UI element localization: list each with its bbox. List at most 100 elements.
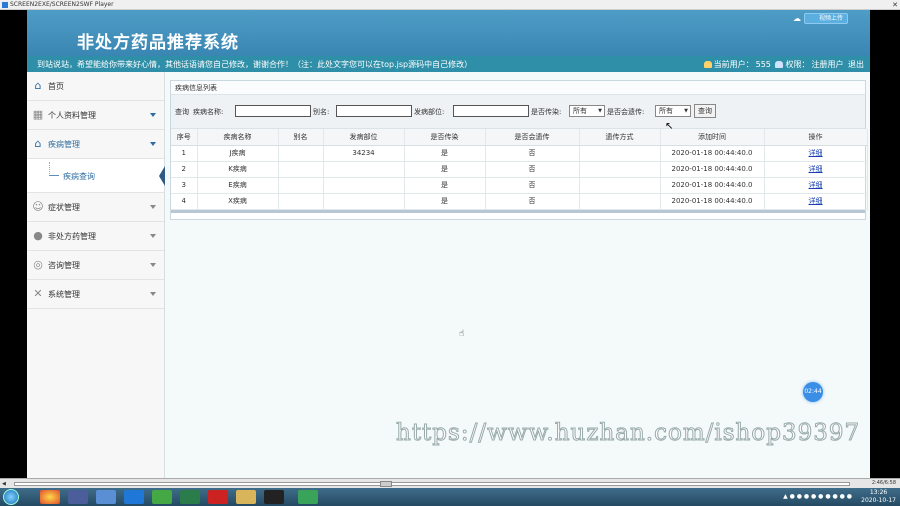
sidebar-subitem-disease-query[interactable]: 疾病查询 [27, 159, 165, 193]
cell-hereditary-mode [579, 161, 661, 178]
cell-alias [278, 161, 324, 178]
user-info: 当前用户： 555 权限： 注册用户 退出 [702, 59, 864, 70]
column-header: 序号 [171, 129, 198, 146]
sidebar: ⌂ 首页 ▦ 个人资料管理 ⌂ 疾病管理 疾病查询 ☺ 症状管理 ● 非处方药管… [27, 72, 165, 478]
cell-alias [278, 177, 324, 194]
progress-thumb[interactable] [380, 481, 392, 487]
app-window: 非处方药品推荐系统 ☁ 视频上传 到站说站，希望能给你带来好心情，其他话语请您自… [27, 10, 870, 478]
video-upload-button[interactable]: ☁ 视频上传 [793, 13, 848, 24]
sidebar-item-system[interactable]: ✕ 系统管理 [27, 280, 164, 309]
notice-bar: 到站说站，希望能给你带来好心情，其他话语请您自己修改，谢谢合作！（注：此处文字您… [27, 56, 870, 72]
sidebar-item-home[interactable]: ⌂ 首页 [27, 72, 164, 101]
taskbar-clock[interactable]: 13:26 2020-10-17 [861, 489, 896, 505]
qq-icon[interactable] [264, 490, 284, 504]
active-marker [159, 166, 165, 186]
cell-site: 34234 [323, 145, 405, 162]
sidebar-item-disease[interactable]: ⌂ 疾病管理 [27, 130, 164, 159]
window-title: SCREEN2EXE/SCREEN2SWF Player [10, 1, 114, 8]
cell-added-time: 2020-01-18 00:44:40.0 [660, 145, 765, 162]
detail-link[interactable]: 详细 [809, 149, 823, 157]
player-screen: 非处方药品推荐系统 ☁ 视频上传 到站说站，希望能给你带来好心情，其他话语请您自… [0, 10, 900, 478]
folder-icon[interactable] [236, 490, 256, 504]
cell-alias [278, 193, 324, 210]
sidebar-item-consult[interactable]: ◎ 咨询管理 [27, 251, 164, 280]
chrome-icon[interactable] [40, 490, 60, 504]
sidebar-item-label: 首页 [48, 82, 64, 91]
chevron-down-icon [150, 113, 156, 117]
cell-infectious: 是 [404, 193, 486, 210]
column-header: 添加时间 [660, 129, 765, 146]
cell-name: J疾病 [197, 145, 279, 162]
infectious-select[interactable]: 所有 [569, 105, 605, 117]
site-input[interactable] [453, 105, 529, 117]
disease-table: 序号 疾病名称 别名 发病部位 是否传染 是否会遗传 遗传方式 添加时间 操作 … [171, 129, 868, 210]
app-taskbar-icon[interactable] [68, 490, 88, 504]
site-label: 发病部位: [414, 108, 445, 116]
home-icon: ⌂ [34, 137, 42, 150]
notice-message: 到站说站，希望能给你带来好心情，其他话语请您自己修改，谢谢合作！（注：此处文字您… [37, 60, 473, 69]
disease-name-label: 疾病名称: [193, 108, 224, 116]
column-header: 发病部位 [323, 129, 405, 146]
hereditary-select[interactable]: 所有 [655, 105, 691, 117]
cell-index: 4 [171, 193, 198, 210]
play-icon[interactable]: ◀ [2, 481, 6, 487]
users-icon: ☺ [32, 200, 44, 213]
close-icon[interactable]: ✕ [892, 1, 898, 9]
cloud-icon: ☁ [792, 14, 801, 23]
tree-line [49, 162, 50, 176]
cell-hereditary-mode [579, 177, 661, 194]
sidebar-item-label: 个人资料管理 [48, 111, 96, 120]
chevron-down-icon [150, 234, 156, 238]
sidebar-item-otc-drug[interactable]: ● 非处方药管理 [27, 222, 164, 251]
green-app-icon[interactable] [152, 490, 172, 504]
disease-name-input[interactable] [235, 105, 311, 117]
start-button[interactable] [3, 489, 19, 505]
cell-alias [278, 145, 324, 162]
detail-link[interactable]: 详细 [809, 165, 823, 173]
grid-icon: ▦ [32, 108, 44, 121]
column-header: 是否会遗传 [485, 129, 580, 146]
cell-infectious: 是 [404, 161, 486, 178]
sidebar-subitem-label: 疾病查询 [63, 172, 95, 181]
spreadsheet-icon[interactable] [180, 490, 200, 504]
cell-hereditary: 否 [485, 161, 580, 178]
floating-timer-bubble[interactable]: 02:44 [803, 382, 823, 402]
mouse-pointer-icon: ↖ [665, 121, 674, 132]
sidebar-item-symptom[interactable]: ☺ 症状管理 [27, 193, 164, 222]
baidu-netdisk-icon[interactable] [96, 490, 116, 504]
cell-added-time: 2020-01-18 00:44:40.0 [660, 193, 765, 210]
cell-index: 1 [171, 145, 198, 162]
player-controls: ◀ 2:46/6:58 [0, 478, 900, 488]
cell-action: 详细 [764, 161, 868, 178]
cell-action: 详细 [764, 193, 868, 210]
table-footer-bar [171, 209, 865, 213]
sidebar-item-profile[interactable]: ▦ 个人资料管理 [27, 101, 164, 130]
column-header: 别名 [278, 129, 324, 146]
query-button[interactable]: 查询 [694, 104, 716, 118]
flash-icon[interactable] [208, 490, 228, 504]
column-header: 是否传染 [404, 129, 486, 146]
cell-hereditary-mode [579, 193, 661, 210]
cell-infectious: 是 [404, 177, 486, 194]
user-icon [703, 61, 712, 68]
cell-name: K疾病 [197, 161, 279, 178]
watermark-text: https://www.huzhan.com/ishop39397 [395, 420, 861, 447]
progress-track[interactable] [14, 482, 850, 486]
logout-link[interactable]: 退出 [848, 60, 864, 69]
app-icon [2, 2, 8, 8]
detail-link[interactable]: 详细 [809, 197, 823, 205]
browser-icon[interactable] [124, 490, 144, 504]
player-taskbar-icon[interactable] [298, 490, 318, 504]
disease-list-panel: 疾病信息列表 查询 疾病名称: 别名: 发病部位: 是否传染: 所有 是否会遗传… [170, 80, 868, 220]
table-row: 3 E疾病 是 否 2020-01-18 00:44:40.0 详细 [171, 177, 868, 194]
cell-added-time: 2020-01-18 00:44:40.0 [660, 161, 765, 178]
column-header: 操作 [764, 129, 868, 146]
cell-name: X疾病 [197, 193, 279, 210]
alias-input[interactable] [336, 105, 412, 117]
hand-cursor-icon: ☝ [459, 329, 465, 339]
role-icon [775, 61, 784, 68]
role-label: 权限： [785, 60, 810, 69]
detail-link[interactable]: 详细 [809, 181, 823, 189]
header: 非处方药品推荐系统 ☁ 视频上传 [27, 10, 870, 56]
chevron-down-icon [150, 292, 156, 296]
